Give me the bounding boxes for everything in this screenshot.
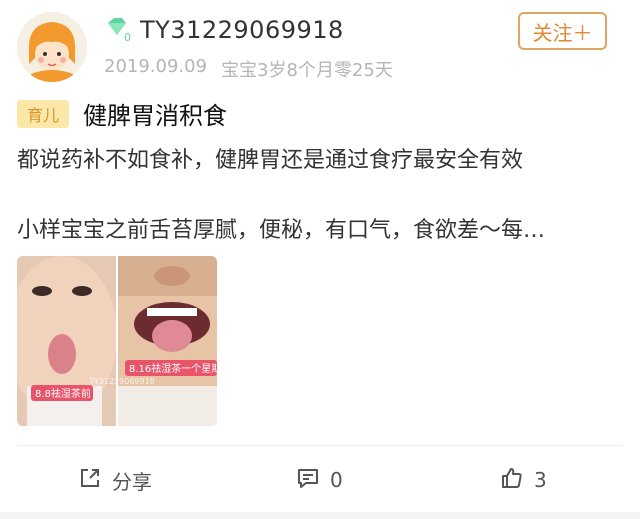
cartoon-girl-avatar-icon [17,12,87,82]
level-badge: 0 [124,31,131,43]
post-body-line-1[interactable]: 都说药补不如食补，健脾胃还是通过食疗最安全有效 [17,142,523,174]
comment-button[interactable]: 0 [296,460,343,500]
category-tag[interactable]: 育儿 [17,99,69,128]
right-caption-text: 8.16祛湿茶一个星期 [129,362,217,375]
comment-count: 0 [330,468,343,492]
post-header: 0 TY31229069918 2019.09.09 宝宝3岁8个月零25天 关… [0,0,640,90]
post-body-line-2[interactable]: 小样宝宝之前舌苔厚腻，便秘，有口气，食欲差～每… [17,212,545,244]
image-watermark: TY31229069918 [88,377,155,386]
baby-age: 宝宝3岁8个月零25天 [221,60,393,81]
post-date: 2019.09.09 [104,56,208,77]
gem-level-icon: 0 [104,17,134,44]
bottom-separator [0,512,640,519]
thumbs-up-icon [500,466,524,495]
like-button[interactable]: 3 [500,460,547,500]
avatar[interactable] [17,12,87,82]
share-button[interactable]: 分享 [78,460,152,500]
post-title[interactable]: 健脾胃消积食 [83,96,227,131]
title-row: 育儿 健脾胃消积食 [17,96,227,131]
left-caption-text: 8.8祛湿茶前 [35,387,91,400]
follow-button[interactable]: 关注＋ [518,12,607,50]
like-count: 3 [534,468,547,492]
left-image-caption: 8.8祛湿茶前 [31,385,93,401]
right-image-caption: 8.16祛湿茶一个星期 [125,360,217,376]
share-icon [78,466,102,495]
post-meta: 2019.09.09 宝宝3岁8个月零25天 [104,56,393,82]
divider [17,445,623,446]
post-image[interactable]: 8.8祛湿茶前 8.16祛湿茶一个星期 TY31229069918 [17,256,217,426]
share-label: 分享 [112,469,152,494]
username[interactable]: TY31229069918 [140,16,344,44]
comment-icon [296,466,320,495]
username-row: 0 TY31229069918 [104,16,344,44]
